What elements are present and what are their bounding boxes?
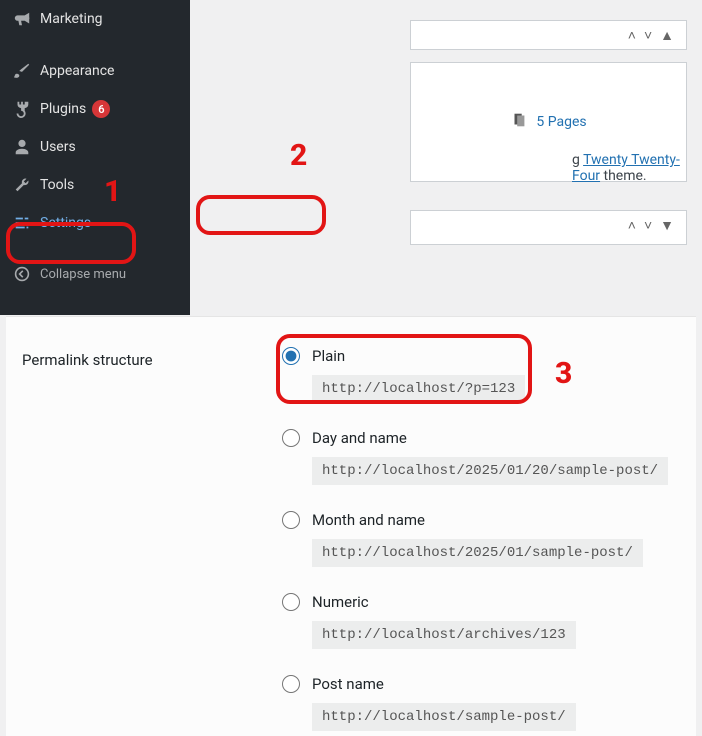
permalink-url: http://localhost/2025/01/sample-post/: [312, 539, 643, 567]
permalink-label: Post name: [312, 675, 384, 693]
panel-down-icon[interactable]: ˅: [644, 217, 652, 234]
permalink-radio-postname[interactable]: [282, 675, 300, 693]
sliders-icon: [12, 213, 32, 233]
permalink-url: http://localhost/archives/123: [312, 621, 576, 649]
sidebar-item-appearance[interactable]: Appearance: [0, 52, 190, 90]
permalink-radio-numeric[interactable]: [282, 593, 300, 611]
admin-sidebar: Marketing Appearance Plugins 6 Users: [0, 0, 190, 315]
wrench-icon: [12, 175, 32, 195]
permalink-heading: Permalink structure: [22, 335, 282, 369]
permalink-option-dayname: Day and name http://localhost/2025/01/20…: [282, 429, 680, 485]
theme-line: g Twenty Twenty-Four theme.: [572, 152, 682, 184]
permalink-option-plain: Plain http://localhost/?p=123: [282, 347, 680, 403]
sidebar-item-label: Plugins: [40, 101, 86, 117]
permalink-label: Plain: [312, 347, 345, 365]
plugin-update-badge: 6: [92, 100, 110, 118]
permalink-label: Numeric: [312, 593, 369, 611]
permalink-settings: Permalink structure Plain http://localho…: [6, 316, 696, 736]
sidebar-item-label: Marketing: [40, 11, 103, 27]
sidebar-item-label: Settings: [40, 215, 91, 231]
panel-down-icon[interactable]: ˅: [644, 27, 652, 44]
sidebar-item-users[interactable]: Users: [0, 128, 190, 166]
collapse-icon: [12, 264, 32, 284]
permalink-option-postname: Post name http://localhost/sample-post/: [282, 675, 680, 731]
sidebar-item-label: Users: [40, 139, 76, 155]
panel-collapse-icon[interactable]: ▲: [660, 27, 674, 44]
panel-expand-icon[interactable]: ▼: [660, 217, 674, 234]
permalink-option-monthname: Month and name http://localhost/2025/01/…: [282, 511, 680, 567]
permalink-label: Month and name: [312, 511, 425, 529]
sidebar-item-label: Collapse menu: [40, 267, 126, 282]
permalink-label: Day and name: [312, 429, 407, 447]
pages-icon: [510, 111, 528, 133]
permalink-radio-dayname[interactable]: [282, 429, 300, 447]
panel-up-icon[interactable]: ˄: [628, 27, 636, 44]
sidebar-item-settings[interactable]: Settings: [0, 204, 190, 242]
megaphone-icon: [12, 9, 32, 29]
dashboard-panel-low: ˄ ˅ ▼: [410, 210, 687, 245]
sidebar-collapse[interactable]: Collapse menu: [0, 252, 190, 293]
dashboard-panel-top: ˄ ˅ ▲: [410, 20, 687, 50]
user-icon: [12, 137, 32, 157]
permalink-option-numeric: Numeric http://localhost/archives/123: [282, 593, 680, 649]
panel-up-icon[interactable]: ˄: [628, 217, 636, 234]
sidebar-item-plugins[interactable]: Plugins 6: [0, 90, 190, 128]
sidebar-item-label: Appearance: [40, 63, 114, 79]
permalink-radio-monthname[interactable]: [282, 511, 300, 529]
permalink-options: Plain http://localhost/?p=123 Day and na…: [282, 335, 680, 731]
sidebar-item-label: Tools: [40, 177, 74, 193]
sidebar-item-tools[interactable]: Tools: [0, 166, 190, 204]
permalink-url: http://localhost/2025/01/20/sample-post/: [312, 457, 668, 485]
permalink-url: http://localhost/sample-post/: [312, 703, 576, 731]
pages-link-text: 5 Pages: [536, 114, 586, 130]
pages-link[interactable]: 5 Pages: [510, 111, 586, 133]
brush-icon: [12, 61, 32, 81]
permalink-url: http://localhost/?p=123: [312, 375, 525, 403]
plug-icon: [12, 99, 32, 119]
permalink-radio-plain[interactable]: [282, 347, 300, 365]
sidebar-item-marketing[interactable]: Marketing: [0, 0, 190, 38]
